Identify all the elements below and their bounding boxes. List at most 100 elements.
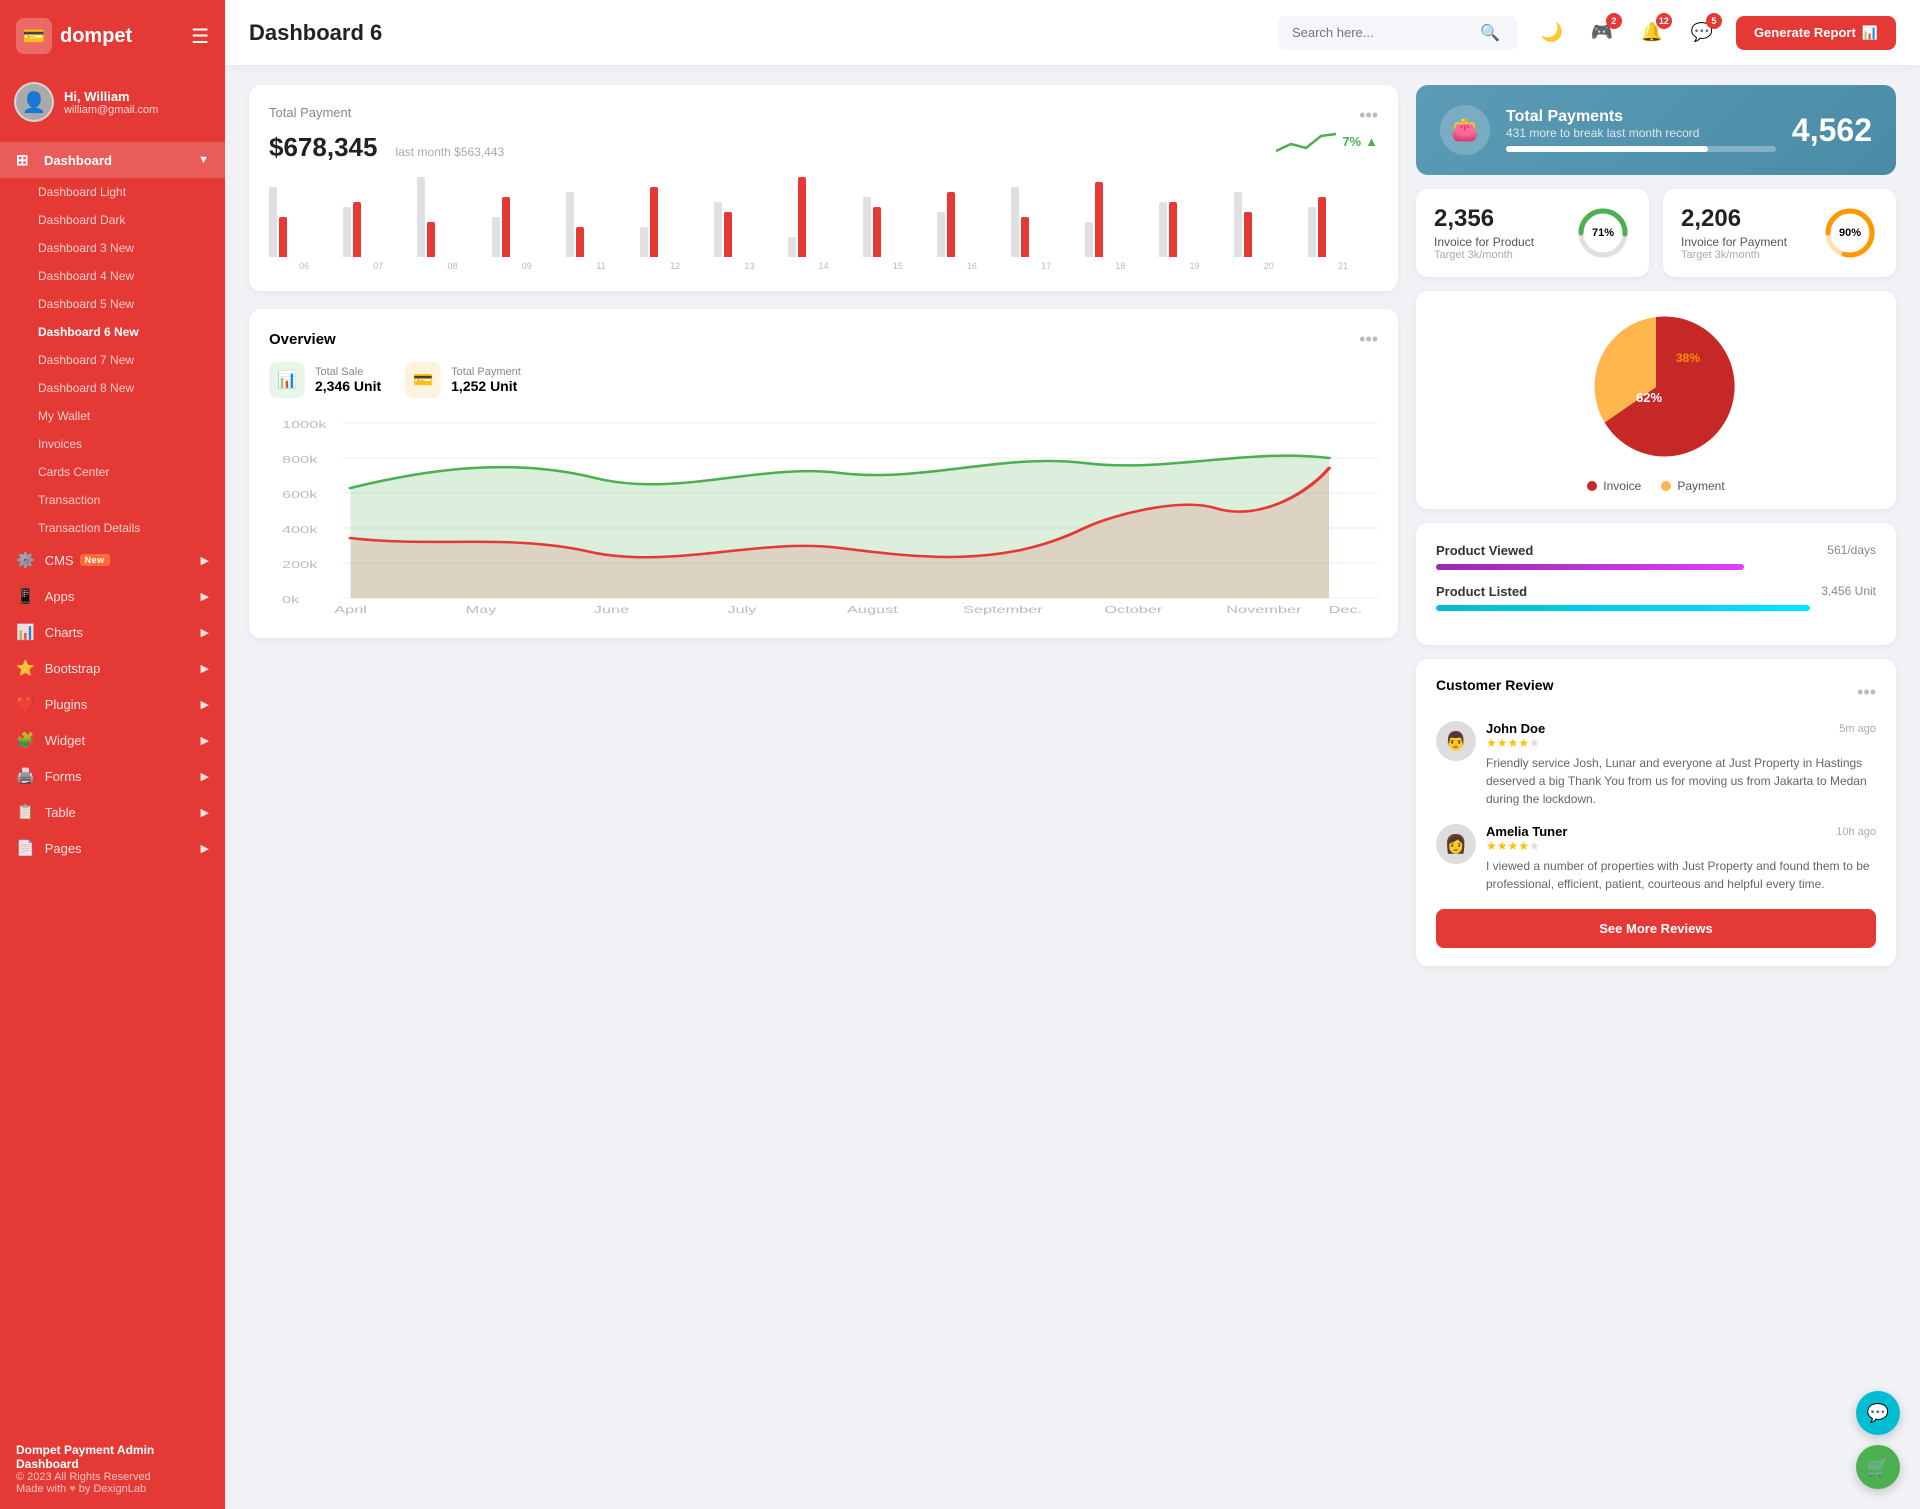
bar-pair — [937, 192, 1007, 257]
nav-item-table[interactable]: 📋 Table ▶ — [0, 794, 225, 830]
bar-pair — [863, 197, 933, 257]
nav-item-apps[interactable]: 📱 Apps ▶ — [0, 578, 225, 614]
dashboard-grid: Total Payment ••• $678,345 last month $5… — [249, 85, 1896, 966]
logo-area: 💳 dompet — [16, 18, 132, 54]
review-stars-1: ★★★★★ — [1486, 736, 1876, 750]
bar-label: 06 — [269, 261, 339, 271]
heart-icon: ♥ — [69, 1483, 76, 1495]
overview-stats: 📊 Total Sale 2,346 Unit 💳 Total Payment … — [269, 362, 1378, 398]
nav-item-widget[interactable]: 🧩 Widget ▶ — [0, 722, 225, 758]
sidebar-item-dashboard-light[interactable]: Dashboard Light — [0, 178, 225, 206]
legend-invoice: Invoice — [1587, 479, 1641, 493]
x-axis-labels: 060708091112131415161718192021 — [269, 261, 1378, 271]
sidebar-item-dashboard-4[interactable]: Dashboard 4 New — [0, 262, 225, 290]
notifications-badge: 12 — [1656, 13, 1672, 29]
total-sale-info: Total Sale 2,346 Unit — [315, 366, 381, 394]
bar-label: 19 — [1159, 261, 1229, 271]
see-more-reviews-btn[interactable]: See More Reviews — [1436, 909, 1876, 948]
tp-progress-bar — [1506, 146, 1776, 152]
svg-text:September: September — [963, 604, 1043, 615]
product-listed-header: Product Listed 3,456 Unit — [1436, 584, 1876, 599]
svg-text:0k: 0k — [282, 594, 300, 605]
nav-item-plugins[interactable]: ❤️ Plugins ▶ — [0, 686, 225, 722]
bar-pair — [1085, 182, 1155, 257]
nav-item-pages[interactable]: 📄 Pages ▶ — [0, 830, 225, 866]
bar-label: 21 — [1308, 261, 1378, 271]
svg-text:600k: 600k — [282, 489, 318, 500]
bar-label: 07 — [343, 261, 413, 271]
messages-btn[interactable]: 💬 5 — [1684, 15, 1720, 51]
chat-fab-button[interactable]: 💬 — [1856, 1391, 1900, 1435]
review-avatar-2: 👩 — [1436, 824, 1476, 864]
cart-fab-button[interactable]: 🛒 — [1856, 1445, 1900, 1489]
trend-badge: 7% ▲ — [1342, 134, 1378, 149]
gamepad-btn[interactable]: 🎮 2 — [1584, 15, 1620, 51]
sidebar-item-dashboard-3[interactable]: Dashboard 3 New — [0, 234, 225, 262]
overview-card: Overview ••• 📊 Total Sale 2,346 Unit — [249, 309, 1398, 638]
gray-bar — [1011, 187, 1019, 257]
nav-item-cms[interactable]: ⚙️ CMS New ▶ — [0, 542, 225, 578]
amount-row: $678,345 last month $563,443 7% ▲ — [269, 126, 1378, 163]
sidebar-item-dashboard-dark[interactable]: Dashboard Dark — [0, 206, 225, 234]
overview-title: Overview — [269, 331, 336, 348]
bar-label: 08 — [417, 261, 487, 271]
bar-pair — [269, 187, 339, 257]
generate-report-button[interactable]: Generate Report 📊 — [1736, 16, 1896, 50]
area-chart-svg: 1000k 800k 600k 400k 200k 0k — [269, 408, 1378, 618]
red-bar — [1318, 197, 1326, 257]
nav-item-bootstrap[interactable]: ⭐ Bootstrap ▶ — [0, 650, 225, 686]
gray-bar — [417, 177, 425, 257]
left-column: Total Payment ••• $678,345 last month $5… — [249, 85, 1398, 966]
more-options-btn[interactable]: ••• — [1359, 105, 1378, 126]
user-details: Hi, William william@gmail.com — [64, 89, 158, 116]
total-amount: $678,345 — [269, 132, 377, 163]
red-bar — [353, 202, 361, 257]
gray-bar — [343, 207, 351, 257]
product-viewed-header: Product Viewed 561/days — [1436, 543, 1876, 558]
invoice-payment-card: 2,206 Invoice for Payment Target 3k/mont… — [1663, 189, 1896, 277]
bar-label: 11 — [566, 261, 636, 271]
sidebar-item-transaction-details[interactable]: Transaction Details — [0, 514, 225, 542]
sidebar-item-my-wallet[interactable]: My Wallet — [0, 402, 225, 430]
invoice-payment-donut: 90% — [1822, 205, 1878, 261]
sidebar-item-dashboard-5[interactable]: Dashboard 5 New — [0, 290, 225, 318]
sidebar-item-dashboard-7[interactable]: Dashboard 7 New — [0, 346, 225, 374]
wallet-icon: 👛 — [1440, 105, 1490, 155]
bar-pair — [343, 202, 413, 257]
pie-chart-card: 62% 38% Invoice Payment — [1416, 291, 1896, 509]
overview-more-btn[interactable]: ••• — [1359, 329, 1378, 350]
theme-toggle-btn[interactable]: 🌙 — [1534, 15, 1570, 51]
sparkline-chart — [1276, 126, 1336, 156]
nav-item-charts[interactable]: 📊 Charts ▶ — [0, 614, 225, 650]
sidebar-item-dashboard-8[interactable]: Dashboard 8 New — [0, 374, 225, 402]
red-bar — [279, 217, 287, 257]
tp-progress-fill — [1506, 146, 1708, 152]
gray-bar — [269, 187, 277, 257]
nav-item-dashboard[interactable]: ⊞ Dashboard ▼ — [0, 142, 225, 178]
trend-up-icon: ▲ — [1365, 134, 1378, 149]
sidebar-item-dashboard-6[interactable]: Dashboard 6 New — [0, 318, 225, 346]
sidebar-item-transaction[interactable]: Transaction — [0, 486, 225, 514]
sidebar-item-invoices[interactable]: Invoices — [0, 430, 225, 458]
invoice-legend-dot — [1587, 481, 1597, 491]
pages-icon: 📄 — [16, 839, 35, 857]
topbar: Dashboard 6 🔍 🌙 🎮 2 🔔 12 💬 5 Generate Re… — [225, 0, 1920, 65]
chevron-right-icon: ▶ — [201, 662, 209, 675]
product-viewed-bar — [1436, 564, 1744, 570]
search-box: 🔍 — [1278, 16, 1518, 50]
bar-pair — [714, 202, 784, 257]
overview-header: Overview ••• — [269, 329, 1378, 350]
search-input[interactable] — [1292, 25, 1472, 40]
review-text-2: I viewed a number of properties with Jus… — [1486, 857, 1876, 893]
notifications-btn[interactable]: 🔔 12 — [1634, 15, 1670, 51]
invoice-payment-number: 2,206 — [1681, 205, 1787, 233]
review-more-btn[interactable]: ••• — [1857, 682, 1876, 703]
total-payment-icon: 💳 — [405, 362, 441, 398]
bar-pair — [788, 177, 858, 257]
review-item-1: 👨 John Doe 5m ago ★★★★★ Friendly service… — [1436, 721, 1876, 808]
hamburger-icon[interactable]: ☰ — [191, 24, 209, 49]
sidebar-item-cards-center[interactable]: Cards Center — [0, 458, 225, 486]
bar-label: 12 — [640, 261, 710, 271]
nav-item-forms[interactable]: 🖨️ Forms ▶ — [0, 758, 225, 794]
cms-icon: ⚙️ — [16, 551, 35, 569]
